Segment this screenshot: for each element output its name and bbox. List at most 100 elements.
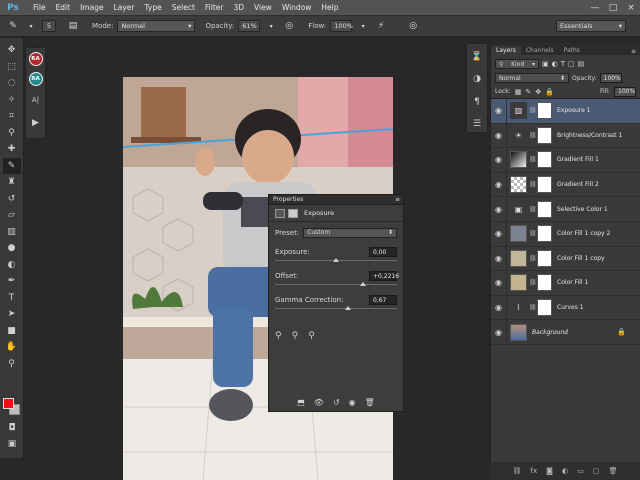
menu-help[interactable]: Help [316,3,343,12]
lock-all-icon[interactable]: 🔒 [545,88,554,96]
layer-row[interactable]: ◉ ⛓ Color Fill 1 copy 2 [491,221,640,247]
gradient-tool-icon[interactable]: ▥ [3,224,21,241]
paragraph-panel-icon[interactable]: ¶ [468,94,486,110]
black-eyedropper-icon[interactable]: ⚲ [275,331,282,341]
brush-preset-icon[interactable]: ✎ [6,19,20,33]
filter-adjustment-icon[interactable]: ◐ [552,60,558,68]
visibility-eye-icon[interactable]: ◉ [491,271,507,295]
visibility-eye-icon[interactable]: ◉ [491,172,507,197]
move-tool-icon[interactable]: ✥ [3,42,21,59]
menu-file[interactable]: File [28,3,51,12]
minimize-button[interactable]: — [586,0,604,16]
trash-icon[interactable]: 🗑 [609,467,618,475]
stamp-tool-icon[interactable]: ♜ [3,174,21,191]
layer-row[interactable]: ◉ ⌇ ⛓ Curves 1 [491,295,640,321]
path-select-tool-icon[interactable]: ➤ [3,306,21,323]
menu-window[interactable]: Window [277,3,317,12]
action-badge-teal[interactable]: RA [28,72,43,86]
layer-mask-thumbnail[interactable] [537,102,552,120]
healing-tool-icon[interactable]: ✚ [3,141,21,158]
panel-menu-icon[interactable]: ≡ [395,196,403,203]
new-group-icon[interactable]: ▭ [577,467,584,475]
menu-image[interactable]: Image [75,3,109,12]
new-adjustment-icon[interactable]: ◐ [562,467,568,475]
play-icon[interactable]: ▶ [27,115,45,132]
flow-field[interactable]: 100% [330,20,353,32]
add-mask-icon[interactable]: ◙ [546,467,553,475]
airbrush-icon[interactable]: ⚡ [374,19,388,33]
visibility-eye-icon[interactable]: ◉ [491,148,507,172]
brush-size-field[interactable]: 5 [42,20,56,32]
hand-tool-icon[interactable]: ✋ [3,339,21,356]
tab-paths[interactable]: Paths [559,46,585,55]
layer-row[interactable]: ◉ ☀ ⛓ Brightness/Contrast 1 [491,123,640,149]
mask-link-icon[interactable]: ⛓ [529,304,537,312]
visibility-eye-icon[interactable]: ◉ [491,295,507,320]
mask-icon[interactable] [288,208,298,218]
opacity-field[interactable]: 61% [238,20,261,32]
layer-mask-thumbnail[interactable] [537,274,552,292]
offset-slider-thumb[interactable] [359,282,366,286]
chevron-down-icon[interactable]: ▾ [264,19,278,33]
layer-mask-thumbnail[interactable] [537,225,552,243]
layer-row[interactable]: ◉ ⛓ Color Fill 1 [491,271,640,296]
eraser-tool-icon[interactable]: ▱ [3,207,21,224]
fill-field[interactable]: 100% [614,86,636,97]
lock-image-icon[interactable]: ✎ [525,88,531,96]
exposure-slider-thumb[interactable] [333,258,339,262]
mode-dropdown[interactable]: Normal ▾ [117,20,196,32]
reset-icon[interactable]: ↺ [333,398,340,407]
visibility-eye-icon[interactable]: ◉ [491,197,507,221]
layer-mask-thumbnail[interactable] [537,176,552,194]
chevron-down-icon[interactable]: ▾ [356,19,370,33]
menu-type[interactable]: Type [140,3,167,12]
layer-mask-thumbnail[interactable] [537,151,552,169]
pen-tool-icon[interactable]: ✒ [3,273,21,290]
visibility-eye-icon[interactable]: ◉ [491,221,507,246]
offset-slider[interactable] [275,282,397,286]
properties-header[interactable]: Properties ≡ [269,195,403,205]
visibility-icon[interactable]: ◉ [349,398,356,407]
menu-layer[interactable]: Layer [109,3,140,12]
lasso-tool-icon[interactable]: ◌ [3,75,21,92]
action-badge-red[interactable]: RA [28,52,43,66]
pressure-size-icon[interactable]: ◎ [406,19,420,33]
view-previous-icon[interactable]: 👁 [314,398,324,407]
lock-position-icon[interactable]: ✥ [535,88,541,96]
preset-dropdown[interactable]: Custom ⬍ [303,228,397,238]
white-eyedropper-icon[interactable]: ⚲ [308,331,315,341]
screen-mode-icon[interactable]: ▣ [3,436,21,453]
layer-row[interactable]: ◉ ▨ ⛓ Exposure 1 [491,99,640,124]
new-layer-icon[interactable]: ▢ [593,467,600,475]
exposure-field[interactable]: 0,00 [369,247,397,257]
mask-link-icon[interactable]: ⛓ [529,181,537,189]
character-panel-icon[interactable]: A| [27,92,45,109]
layer-filter-dropdown[interactable]: ⚲ Kind ▾ [495,59,539,69]
zoom-tool-icon[interactable]: ⚲ [3,356,21,373]
pressure-opacity-icon[interactable]: ◎ [282,19,296,33]
shape-tool-icon[interactable]: ■ [3,323,21,340]
brush-panel-icon[interactable]: ▤ [66,19,80,33]
close-button[interactable]: × [622,0,640,16]
layer-opacity-field[interactable]: 100% [599,73,622,83]
visibility-eye-icon[interactable]: ◉ [491,99,507,123]
visibility-eye-icon[interactable]: ◉ [491,246,507,271]
history-brush-tool-icon[interactable]: ↺ [3,191,21,208]
layer-mask-thumbnail[interactable] [537,200,552,218]
layer-row[interactable]: ◉ Background 🔒 [491,320,640,345]
mask-link-icon[interactable]: ⛓ [529,205,537,213]
gamma-slider-thumb[interactable] [345,306,352,310]
mask-link-icon[interactable]: ⛓ [529,107,537,115]
menu-3d[interactable]: 3D [228,3,249,12]
chevron-down-icon[interactable]: ▾ [24,19,38,33]
gray-eyedropper-icon[interactable]: ⚲ [292,331,299,341]
tab-layers[interactable]: Layers [491,46,521,55]
adjustment-layer-icon[interactable] [275,208,285,218]
filter-shape-icon[interactable]: ▢ [568,60,575,68]
tab-channels[interactable]: Channels [521,46,559,55]
blur-tool-icon[interactable]: ● [3,240,21,257]
foreground-color-swatch[interactable] [3,398,14,409]
layer-row[interactable]: ◉ ⛓ Gradient Fill 2 [491,172,640,198]
gamma-field[interactable]: 0,67 [369,295,397,305]
clip-to-layer-icon[interactable]: ⬒ [297,398,305,407]
